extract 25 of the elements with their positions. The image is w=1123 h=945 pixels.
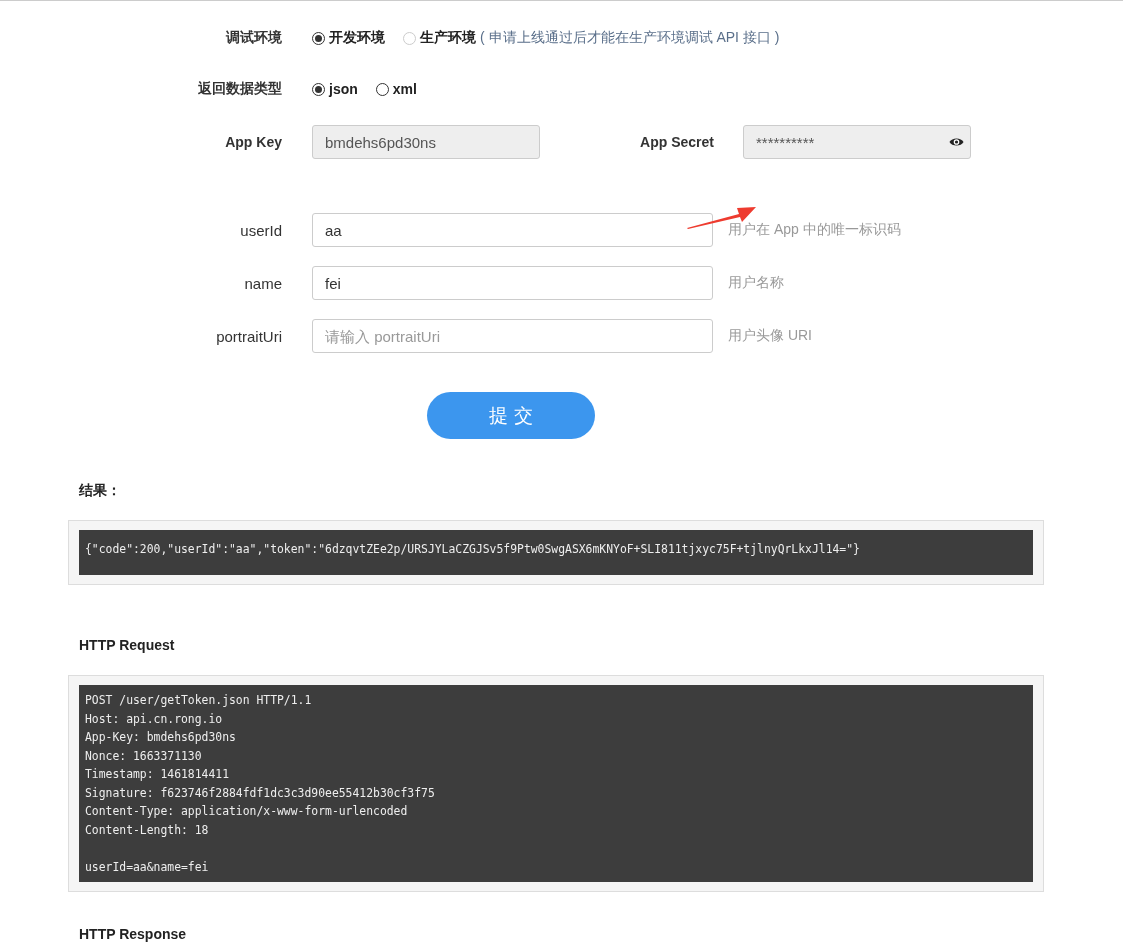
- text-field[interactable]: 请输入 portraitUri: [312, 319, 713, 353]
- field-hint: 用户在 App 中的唯一标识码: [728, 221, 901, 239]
- text-field[interactable]: fei: [312, 266, 713, 300]
- request-code: POST /user/getToken.json HTTP/1.1 Host: api.cn.rong.io App-Key: bmdehs6pd30ns Nonce: 1663371130 Timestamp: 1461814411 Signature: f623746f2884fdf1dc3c3d90ee55412b30cf3f75 Content-Type: application/x-www-form-urlencoded Content-Length: 18 userId=aa&name=fei: [79, 685, 1033, 882]
- field-hint: 用户头像 URI: [728, 327, 812, 345]
- credential-field[interactable]: bmdehs6pd30ns: [312, 125, 540, 159]
- field-hint: 用户名称: [728, 274, 784, 292]
- field-label: userId: [239, 221, 282, 239]
- radio-option[interactable]: json: [312, 81, 358, 97]
- credential-label: App Key: [224, 134, 282, 150]
- radio-option[interactable]: 开发环境: [312, 29, 385, 47]
- result-code: {"code":200,"userId":"aa","token":"6dzqvtZEe2p/URSJYLaCZGJSv5f9Ptw0SwgASX6mKNYoF+SLI811tjxyc75F+tjlnyQrLkxJl14="}: [79, 530, 1033, 575]
- eye-icon[interactable]: [949, 136, 964, 148]
- result-heading: 结果：: [79, 481, 122, 500]
- section-heading: HTTP Request: [79, 636, 176, 655]
- setting-label: 调试环境: [224, 29, 282, 47]
- section-heading: HTTP Response: [79, 925, 188, 944]
- radio-option[interactable]: xml: [375, 81, 417, 97]
- setting-note: ( 申请上线通过后才能在生产环境调试 API 接口 ): [480, 29, 780, 47]
- setting-label: 返回数据类型: [197, 80, 282, 98]
- credential-label: App Secret: [639, 134, 714, 150]
- field-label: portraitUri: [215, 327, 282, 345]
- text-field[interactable]: aa: [312, 213, 713, 247]
- credential-field[interactable]: **********: [743, 125, 971, 159]
- field-label: name: [243, 274, 282, 292]
